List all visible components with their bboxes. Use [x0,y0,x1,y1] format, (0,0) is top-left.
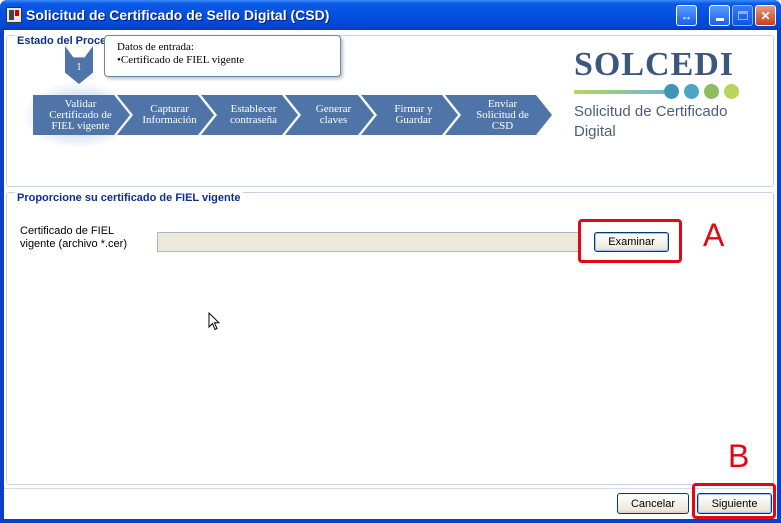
step-label: Enviar [487,97,518,110]
step-label: Información [142,114,197,126]
step-validar: Validar Certificado de FIEL vigente [33,95,130,135]
logo-dot [684,84,699,99]
footer-divider [4,488,777,489]
logo-dot [664,84,679,99]
annotation-box-b [692,483,776,519]
step-label: Solicitud de [476,108,529,121]
step-establecer: Establecer contraseña [201,95,298,135]
step-label: Validar [64,97,97,110]
annotation-label-b: B [728,438,750,474]
certificate-group-title: Proporcione su certificado de FIEL vigen… [15,192,243,204]
solcedi-logo: SOLCEDI [574,46,735,83]
annotation-box-a [578,219,682,263]
step-generar: Generar claves [285,95,374,135]
logo-subtitle: Solicitud de Certificado Digital [574,102,764,142]
certificate-field-label-line: vigente (archivo *.cer) [20,238,127,250]
input-data-item: •Certificado de FIEL vigente [117,54,245,66]
certificate-field-label: Certificado de FIEL vigente (archivo *.c… [20,225,150,251]
step-label: Guardar [395,114,432,126]
step-label: contraseña [229,114,278,126]
client-area: Estado del Proceso 1 Datos de entrada: •… [4,30,777,519]
annotation-label-a: A [703,217,725,253]
cancel-button[interactable]: Cancelar [617,493,689,514]
step-label: Certificado de [49,108,112,121]
process-banner: 1 Datos de entrada: •Certificado de FIEL… [9,6,774,148]
certificate-field-label-line: Certificado de FIEL [20,225,115,237]
step-label: claves [319,114,348,126]
step-firmar: Firmar y Guardar [361,95,458,135]
logo-dot [704,84,719,99]
logo-subtitle-line: Solicitud de Certificado [574,103,728,120]
app-window: Solicitud de Certificado de Sello Digita… [0,0,781,523]
input-data-box: Datos de entrada: •Certificado de FIEL v… [104,35,341,77]
step-label: CSD [491,119,514,132]
process-status-group: Estado del Proceso 1 Datos de entrada: •… [6,35,774,187]
logo-dot [724,84,739,99]
current-step-number: 1 [76,62,82,73]
logo-underline [574,90,664,94]
step-enviar: Enviar Solicitud de CSD [445,95,552,135]
certificate-file-input[interactable] [157,232,581,252]
input-data-heading: Datos de entrada: [117,41,194,53]
step-label: FIEL vigente [51,119,110,132]
logo-subtitle-line: Digital [574,123,616,140]
mouse-cursor-icon [208,312,220,331]
